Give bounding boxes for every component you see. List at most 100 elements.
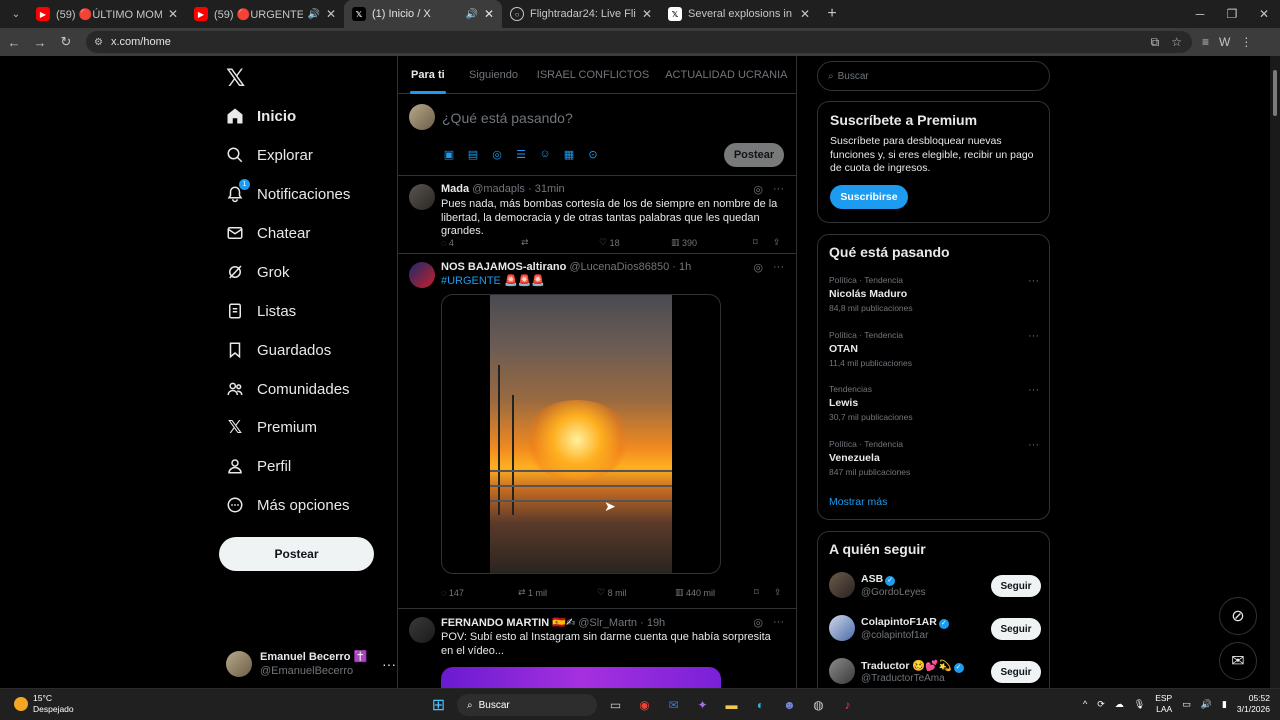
grok-fab-icon[interactable]: ⊘ [1219,597,1257,635]
avatar[interactable] [409,262,435,288]
like-button[interactable]: ♡ 8 mil [597,587,675,598]
install-app-icon[interactable]: ⧉ [1151,35,1160,50]
close-tab-icon[interactable]: ✕ [800,7,810,21]
avatar[interactable] [409,617,435,643]
more-dots-icon[interactable]: ··· [773,616,784,629]
account-switcher[interactable]: Emanuel Becerro ✝️ @EmanuelBecerro ··· [226,644,396,684]
tweet[interactable]: FERNANDO MARTIN 🇪🇸✍ @Slr_Martn · 19h ◎ ··… [398,609,796,688]
share-icon[interactable]: ⇪ [773,237,781,248]
tweet[interactable]: NOS BAJAMOS-altirano @LucenaDios86850 · … [398,254,796,609]
tweet-author-handle[interactable]: @madapls · 31min [472,183,564,195]
browser-tab[interactable]: ○ Flightradar24: Live Flight Tracke ✕ [502,0,660,28]
more-dots-icon[interactable]: ··· [1028,330,1039,342]
tweet-text[interactable]: #URGENTE 🚨🚨🚨 [441,275,786,289]
close-window-icon[interactable]: ✕ [1248,0,1280,28]
views-button[interactable]: ▥ 390 [671,237,753,248]
speaker-icon[interactable]: 🔊 [465,9,477,20]
more-dots-icon[interactable]: ··· [773,183,784,196]
task-view-icon[interactable]: ▭ [601,694,630,716]
nav-item-notificaciones[interactable]: 1 Notificaciones [224,179,350,209]
bookmark-icon[interactable]: ⌑ [754,587,774,598]
schedule-icon[interactable]: ▦ [562,148,576,161]
copilot-icon[interactable]: ✦ [688,694,717,716]
messages-fab-icon[interactable]: ✉ [1219,642,1257,680]
tweet-author-name[interactable]: Mada [441,183,469,195]
browser-tab-active[interactable]: 𝕏 (1) Inicio / X 🔊 ✕ [344,0,502,28]
avatar[interactable] [409,184,435,210]
weather-widget[interactable]: 15°C Despejado [14,693,74,715]
retweet-button[interactable]: ⇄ [521,237,599,248]
discord-icon[interactable]: ☻ [775,694,804,716]
chrome-icon[interactable]: ◉ [630,694,659,716]
edge-icon[interactable]: ◐ [746,694,775,716]
reload-icon[interactable]: ↻ [54,34,78,50]
chevron-up-icon[interactable]: ^ [1083,699,1087,709]
follow-button[interactable]: Seguir [991,618,1041,640]
follow-suggestion[interactable]: ASB ✓ @GordoLeyes Seguir [829,572,1041,602]
file-explorer-icon[interactable]: ▬ [717,694,746,716]
more-dots-icon[interactable]: ··· [1028,275,1039,287]
tab-israel-conflictos[interactable]: ISRAEL CONFLICTOS [529,56,656,94]
close-tab-icon[interactable]: ✕ [168,7,178,21]
volume-icon[interactable]: 🔊 [1201,699,1212,710]
follow-suggestion[interactable]: Traductor 🥴💕💫 ✓ @TraductorTeAma Seguir [829,658,1041,688]
sync-icon[interactable]: ⟳ [1097,699,1105,710]
reply-button[interactable]: ◌ 4 [441,237,521,248]
more-dots-icon[interactable]: ··· [1028,384,1039,396]
cloud-icon[interactable]: ☁ [1115,699,1124,710]
language-indicator[interactable]: ESP LAA [1155,693,1172,715]
address-bar[interactable]: ⚙ x.com/home ⧉ ☆ [86,31,1192,53]
tweet-video[interactable]: ➤ [441,294,721,574]
poll-icon[interactable]: ☰ [514,148,528,161]
battery-icon[interactable]: ▮ [1222,699,1227,710]
grok-icon[interactable]: ◎ [753,261,763,274]
nav-item-guardados[interactable]: Guardados [224,335,331,365]
nav-item-comunidades[interactable]: Comunidades [224,374,350,404]
nav-item-chatear[interactable]: Chatear [224,218,310,248]
grok-icon[interactable]: ◎ [753,616,763,629]
grok-icon[interactable]: ◎ [753,183,763,196]
follow-button[interactable]: Seguir [991,661,1041,683]
tweet-media-preview[interactable] [441,667,721,688]
page-scrollbar[interactable] [1270,56,1280,688]
like-button[interactable]: ♡ 18 [599,237,671,248]
more-dots-icon[interactable]: ··· [773,261,784,274]
nav-item-premium[interactable]: 𝕏 Premium [224,412,317,442]
views-button[interactable]: ▥ 440 mil [675,587,754,598]
browser-tab[interactable]: ▶ (59) 🔴URGENTE - EXPLOS 🔊 ✕ [186,0,344,28]
share-icon[interactable]: ⇪ [774,587,782,598]
browser-tab[interactable]: ▶ (59) 🔴ÚLTIMO MOMENTO BO ✕ [28,0,186,28]
grok-icon[interactable]: ◎ [490,148,504,161]
nav-item-mas-opciones[interactable]: Más opciones [224,490,350,520]
tweet-author-name[interactable]: FERNANDO MARTIN 🇪🇸✍ [441,617,575,629]
tweet[interactable]: Mada @madapls · 31min ◎ ··· Pues nada, má… [398,176,796,254]
tiktok-icon[interactable]: ♪ [833,694,862,716]
more-dots-icon[interactable]: ··· [1028,439,1039,451]
back-icon[interactable]: ← [2,35,26,50]
nav-item-listas[interactable]: Listas [224,296,296,326]
outlook-icon[interactable]: ✉ [659,694,688,716]
nav-item-inicio[interactable]: Inicio [224,101,296,131]
more-dots-icon[interactable]: ··· [382,656,396,672]
clock[interactable]: 05:52 3/1/2026 [1237,693,1270,715]
subscribe-button[interactable]: Suscribirse [830,184,908,209]
tweet-author-handle[interactable]: @Slr_Martn · 19h [578,617,665,629]
close-tab-icon[interactable]: ✕ [326,7,336,21]
trend-item[interactable]: Tendencias Lewis 30,7 mil publicaciones … [829,384,1039,422]
image-icon[interactable]: ▣ [442,148,456,161]
post-button[interactable]: Postear [219,537,374,571]
composer-post-button[interactable]: Postear [724,143,784,167]
extension-icon[interactable]: W [1219,35,1230,49]
menu-icon[interactable]: ⋮ [1240,35,1252,49]
gif-icon[interactable]: ▤ [466,148,480,161]
browser-tab[interactable]: 𝕏 Several explosions in Caracas. T ✕ [660,0,818,28]
new-tab-button[interactable]: + [818,5,846,23]
tab-siguiendo[interactable]: Siguiendo [458,56,530,94]
close-tab-icon[interactable]: ✕ [642,7,652,21]
show-more-link[interactable]: Mostrar más [829,496,887,508]
scrollbar-thumb[interactable] [1273,70,1277,116]
taskbar-search[interactable]: ⌕ Buscar [457,694,597,716]
follow-suggestion[interactable]: ColapintoF1AR ✓ @colapintof1ar Seguir [829,615,1041,645]
minimize-icon[interactable]: ─ [1184,0,1216,28]
nav-item-perfil[interactable]: Perfil [224,451,291,481]
